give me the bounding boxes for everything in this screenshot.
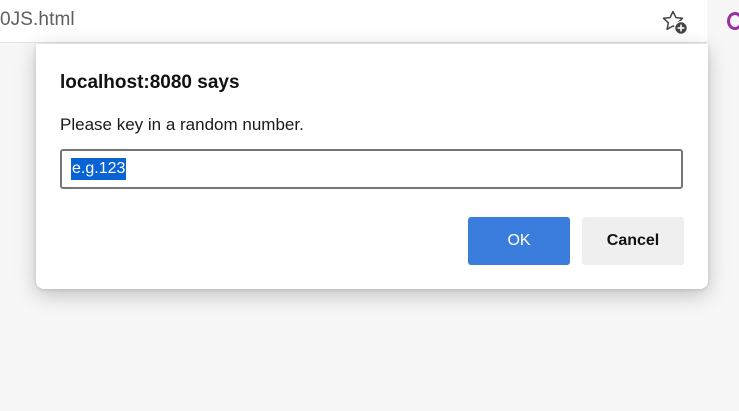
prompt-dialog: localhost:8080 says Please key in a rand… — [36, 44, 708, 289]
prompt-input[interactable] — [60, 149, 683, 189]
dialog-message: Please key in a random number. — [60, 115, 304, 134]
profile-ring-icon[interactable] — [727, 12, 739, 30]
ok-button[interactable]: OK — [468, 217, 570, 265]
address-text: 0JS.html — [0, 9, 75, 30]
star-add-icon — [662, 10, 688, 35]
favorite-button[interactable] — [660, 7, 690, 37]
browser-toolbar: 0JS.html — [0, 0, 739, 44]
dialog-title: localhost:8080 says — [60, 72, 240, 93]
cancel-button[interactable]: Cancel — [582, 217, 684, 265]
address-bar[interactable]: 0JS.html — [0, 0, 707, 43]
